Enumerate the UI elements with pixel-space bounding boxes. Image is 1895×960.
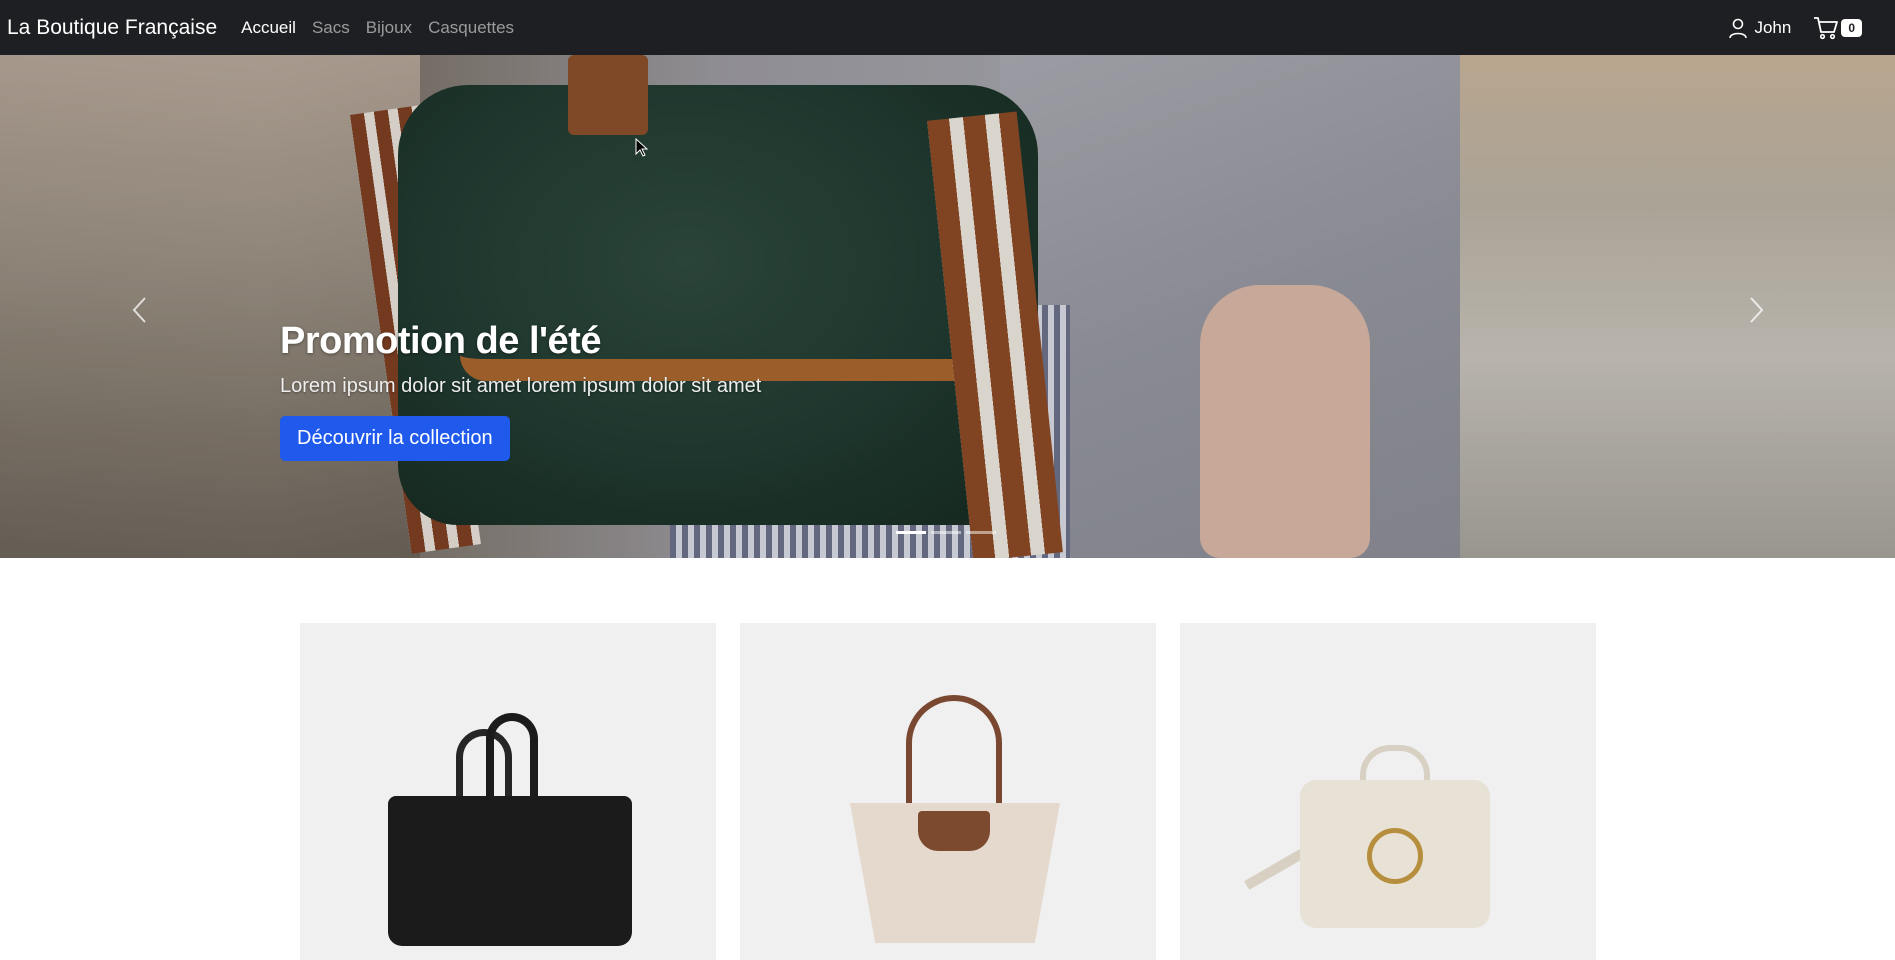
carousel-prev-button[interactable] [124,290,154,330]
caption-title: Promotion de l'été [280,320,601,362]
carousel-caption: Promotion de l'été Lorem ipsum dolor sit… [280,320,761,461]
brand-link[interactable]: La Boutique Française [7,16,217,40]
product-card-beige-tote[interactable] [740,623,1156,960]
user-icon [1729,18,1748,38]
product-cards [300,623,1596,960]
nav-links: Accueil Sacs Bijoux Casquettes [241,18,530,38]
chevron-right-icon [1750,297,1764,323]
nav-link-casquettes[interactable]: Casquettes [428,18,514,38]
chevron-left-icon [132,297,146,323]
black-handbag-image [388,796,632,946]
cart-icon [1814,16,1839,39]
hero-carousel: Promotion de l'été Lorem ipsum dolor sit… [0,55,1895,558]
discover-collection-button[interactable]: Découvrir la collection [280,416,510,461]
nav-link-accueil[interactable]: Accueil [241,18,296,38]
carousel-indicators [896,531,996,534]
product-card-black-handbag[interactable] [300,623,716,960]
carousel-indicator-3[interactable] [966,531,996,534]
account-link[interactable]: John [1728,17,1791,39]
hero-overlay [0,55,1895,558]
cream-bag-ring-clasp [1367,828,1423,884]
nav-link-bijoux[interactable]: Bijoux [366,18,412,38]
carousel-indicator-2[interactable] [931,531,961,534]
nav-right: John 0 [1728,16,1862,40]
cart-link[interactable]: 0 [1813,16,1862,40]
carousel-next-button[interactable] [1742,290,1772,330]
product-card-cream-bag[interactable] [1180,623,1596,960]
beige-bag-flap [918,811,990,851]
user-name: John [1754,17,1792,37]
caption-text: Lorem ipsum dolor sit amet lorem ipsum d… [280,375,762,397]
top-navbar: La Boutique Française Accueil Sacs Bijou… [0,0,1895,55]
mouse-cursor-icon [635,138,649,157]
cart-count-badge: 0 [1841,18,1862,37]
nav-link-sacs[interactable]: Sacs [312,18,350,38]
carousel-indicator-1[interactable] [896,531,926,534]
